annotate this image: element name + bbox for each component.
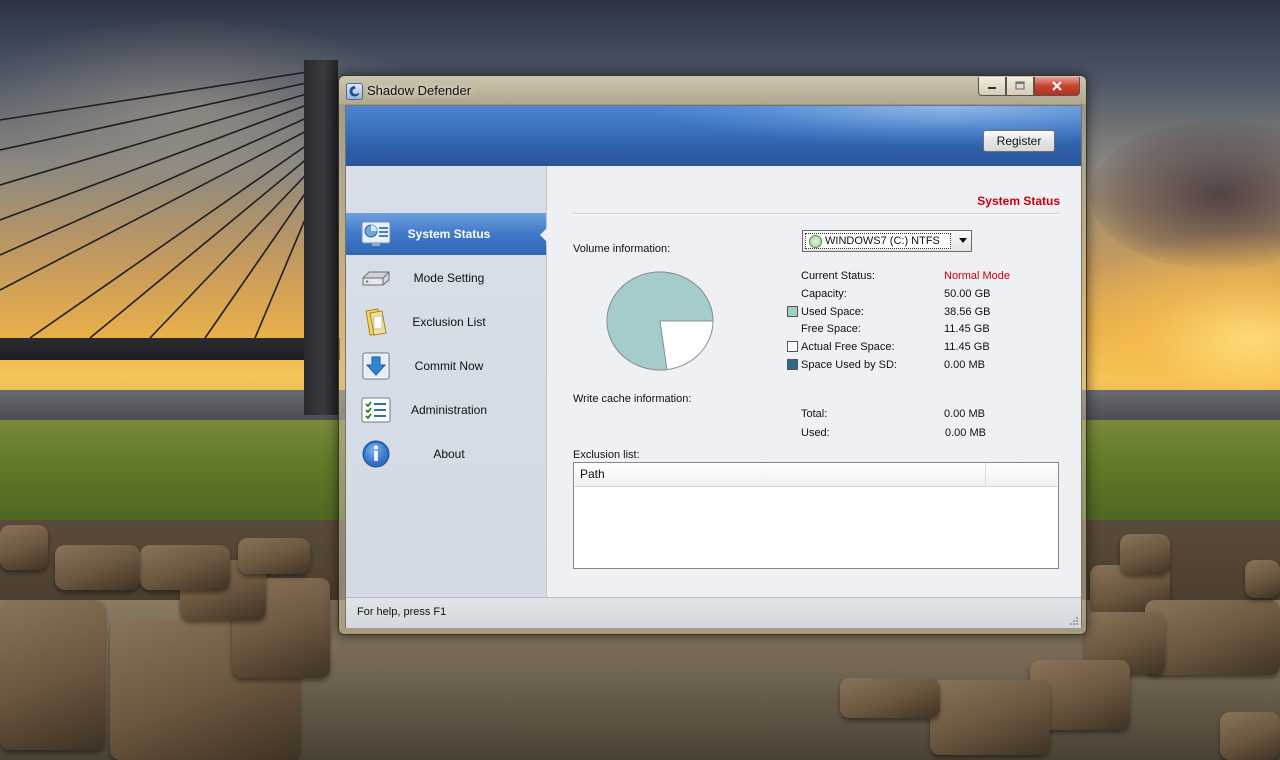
space-used-by-sd-swatch [787,359,798,370]
capacity-value: 50.00 GB [944,288,991,300]
sidebar-item-label: Mode Setting [413,271,485,285]
administration-icon [361,397,391,423]
actual-free-space-swatch [787,341,798,352]
drive-icon [809,235,822,248]
cache-total-label: Total: [801,408,828,420]
sidebar-item-mode-setting[interactable]: Mode Setting [346,257,546,299]
wallpaper-rock [930,680,1050,755]
close-button[interactable] [1034,77,1080,96]
actual-free-space-label: Actual Free Space: [801,341,895,353]
volume-select-value: WINDOWS7 (C:) NTFS [805,233,951,249]
sidebar-item-label: Administration [410,403,488,417]
space-used-by-sd-label: Space Used by SD: [801,359,897,371]
sidebar-item-label: Exclusion List [412,315,486,329]
sidebar-item-exclusion-list[interactable]: Exclusion List [346,301,546,343]
volume-usage-pie-chart [606,271,714,371]
column-divider[interactable] [985,463,986,486]
shadow-defender-app-icon[interactable] [346,83,363,100]
section-divider [573,213,1059,215]
space-used-by-sd-value: 0.00 MB [944,359,985,371]
wallpaper-rock [840,678,940,718]
cache-used-label: Used: [801,427,830,439]
resize-grip-icon[interactable] [1069,616,1079,626]
wallpaper-rock [0,525,48,570]
volume-information-label: Volume information: [573,243,671,255]
wallpaper-rock [1220,712,1280,760]
wallpaper-rock [1120,534,1170,574]
bridge-deck [0,338,340,360]
close-icon [1052,81,1062,91]
sidebar-item-system-status[interactable]: System Status [346,213,547,255]
cache-total-value: 0.00 MB [944,408,985,420]
exclusion-list-label: Exclusion list: [573,449,640,461]
free-space-label: Free Space: [801,323,861,335]
used-space-label: Used Space: [801,306,864,318]
current-status-label: Current Status: [801,270,875,282]
exclusion-list-icon [365,308,387,336]
sidebar-item-label: About [433,447,465,461]
mode-setting-icon [362,271,390,286]
actual-free-space-value: 11.45 GB [944,341,990,353]
wallpaper-rock [0,600,105,750]
exclusion-list-header: Path [574,463,1058,487]
section-title: System Status [977,194,1060,208]
free-space-value: 11.45 GB [944,323,990,335]
minimize-icon [988,87,996,89]
status-bar-text: For help, press F1 [357,606,447,618]
shadow-defender-window: Shadow Defender Register System Status M… [338,75,1087,635]
sidebar-item-label: System Status [407,227,491,241]
title-bar[interactable]: Shadow Defender [339,76,1086,104]
sidebar-item-label: Commit Now [414,359,484,373]
cache-used-value: 0.00 MB [945,427,986,439]
caption-buttons [978,77,1080,96]
volume-select[interactable]: WINDOWS7 (C:) NTFS [802,230,972,252]
maximize-icon [1015,81,1025,90]
exclusion-list-table[interactable]: Path [573,462,1059,569]
system-status-panel: System Status Volume information: WINDOW… [547,166,1081,597]
status-bar: For help, press F1 [346,597,1081,628]
system-status-icon [361,221,391,246]
commit-now-icon [362,352,390,380]
minimize-button[interactable] [978,77,1006,96]
bridge-pylon [304,60,338,415]
window-client-area: Register System Status Mode Setting Excl… [345,105,1082,628]
column-header-path[interactable]: Path [580,463,605,486]
used-space-value: 38.56 GB [944,306,991,318]
current-status-value: Normal Mode [944,270,1011,282]
window-title: Shadow Defender [367,83,472,98]
wallpaper-rock [55,545,140,590]
chevron-down-icon [959,238,967,243]
sidebar-item-about[interactable]: About [346,433,546,475]
register-button[interactable]: Register [983,130,1055,152]
used-space-swatch [787,306,798,317]
wallpaper-rock [1145,600,1280,675]
sidebar: System Status Mode Setting Exclusion Lis… [346,166,547,597]
sidebar-item-administration[interactable]: Administration [346,389,546,431]
info-icon [362,440,390,468]
sidebar-item-commit-now[interactable]: Commit Now [346,345,546,387]
wallpaper-rock [140,545,230,590]
wallpaper-rock [1245,560,1280,598]
write-cache-label: Write cache information: [573,393,692,405]
volume-select-text: WINDOWS7 (C:) NTFS [825,235,940,247]
header-banner: Register [346,106,1081,166]
maximize-button[interactable] [1006,77,1034,96]
capacity-label: Capacity: [801,288,847,300]
wallpaper-rock [238,538,310,574]
